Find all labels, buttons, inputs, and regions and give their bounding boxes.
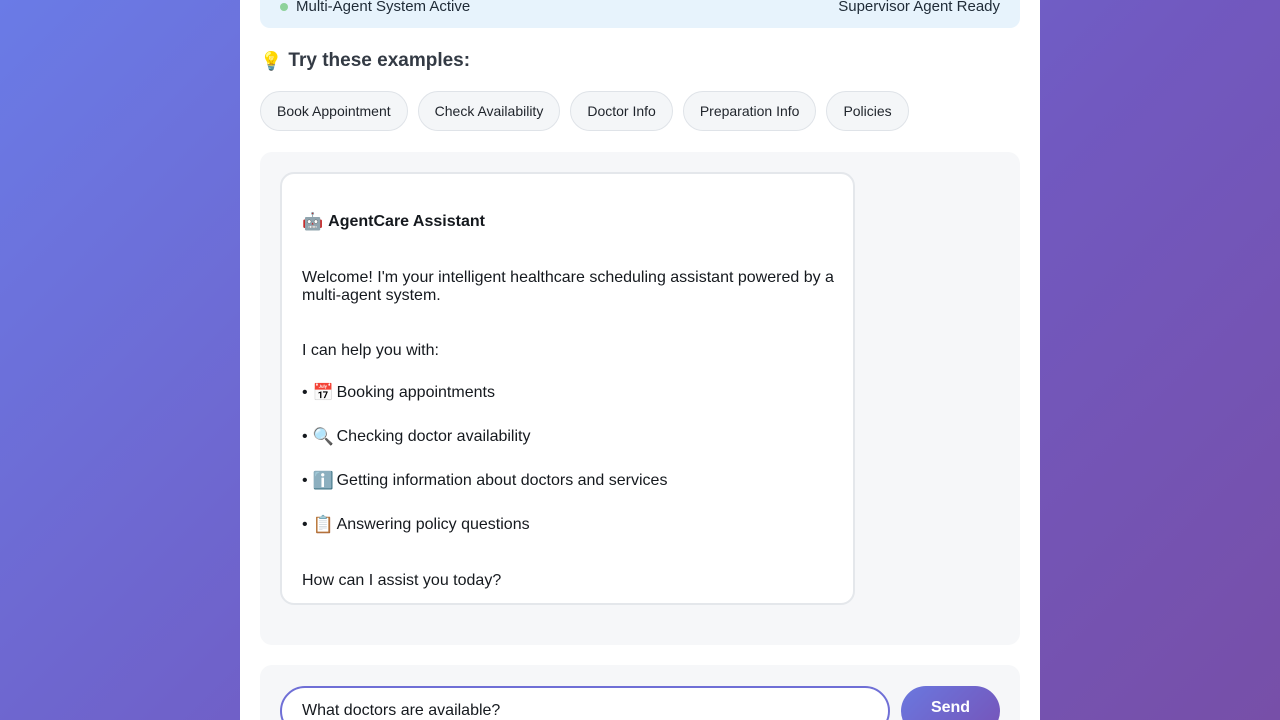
feature-label: Checking doctor availability bbox=[336, 428, 531, 445]
help-intro-text: I can help you with: bbox=[302, 342, 439, 359]
magnifier-icon: 🔍 bbox=[312, 427, 334, 446]
status-indicator-dot bbox=[280, 2, 288, 11]
feature-label: Answering policy questions bbox=[336, 516, 530, 533]
bullet: • bbox=[302, 472, 308, 489]
message-input[interactable] bbox=[280, 686, 890, 720]
info-icon: ℹ️ bbox=[312, 471, 334, 490]
example-chip-policies[interactable]: Policies bbox=[826, 91, 909, 131]
closing-question: How can I assist you today? bbox=[302, 572, 502, 589]
feature-item-booking: • 📅 Booking appointments bbox=[302, 383, 495, 403]
bullet: • bbox=[302, 516, 308, 533]
examples-heading-label: Try these examples: bbox=[288, 50, 471, 71]
chat-panel: Multi-Agent System Active Supervisor Age… bbox=[240, 0, 1040, 720]
clipboard-icon: 📋 bbox=[312, 515, 334, 534]
feature-item-availability: • 🔍 Checking doctor availability bbox=[302, 427, 530, 447]
feature-label: Getting information about doctors and se… bbox=[336, 472, 668, 489]
chat-messages-area[interactable]: 🤖 AgentCare Assistant Welcome! I'm your … bbox=[260, 152, 1020, 645]
example-chip-check-availability[interactable]: Check Availability bbox=[417, 91, 561, 131]
assistant-title: 🤖 AgentCare Assistant bbox=[302, 212, 485, 232]
welcome-text: Welcome! I'm your intelligent healthcare… bbox=[302, 269, 834, 304]
bullet: • bbox=[302, 428, 308, 445]
examples-heading: 💡 Try these examples: bbox=[260, 50, 470, 72]
bullet: • bbox=[302, 384, 308, 401]
status-bar: Multi-Agent System Active Supervisor Age… bbox=[260, 0, 1020, 28]
example-chip-book-appointment[interactable]: Book Appointment bbox=[260, 91, 408, 131]
example-chips: Book Appointment Check Availability Doct… bbox=[260, 91, 909, 131]
example-chip-preparation-info[interactable]: Preparation Info bbox=[682, 91, 817, 131]
assistant-title-label: AgentCare Assistant bbox=[328, 213, 485, 230]
calendar-icon: 📅 bbox=[312, 383, 334, 402]
send-button[interactable]: Send bbox=[901, 686, 1000, 720]
supervisor-status-label: Supervisor Agent Ready bbox=[838, 0, 1000, 15]
system-status: Multi-Agent System Active bbox=[280, 0, 470, 15]
feature-item-information: • ℹ️ Getting information about doctors a… bbox=[302, 471, 667, 491]
assistant-message-bubble: 🤖 AgentCare Assistant Welcome! I'm your … bbox=[280, 172, 855, 605]
robot-icon: 🤖 bbox=[302, 212, 324, 231]
example-chip-doctor-info[interactable]: Doctor Info bbox=[570, 91, 673, 131]
feature-label: Booking appointments bbox=[336, 384, 495, 401]
composer-area: Send bbox=[260, 665, 1020, 720]
system-status-label: Multi-Agent System Active bbox=[296, 0, 471, 15]
lightbulb-icon: 💡 bbox=[260, 50, 283, 71]
feature-item-policy: • 📋 Answering policy questions bbox=[302, 515, 530, 535]
